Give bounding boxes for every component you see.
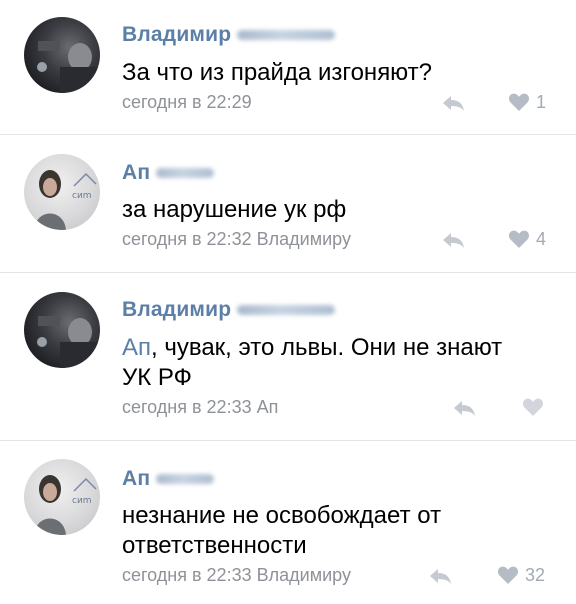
blurred-surname	[237, 30, 336, 40]
heart-icon	[508, 93, 530, 111]
avatar-photo	[37, 316, 100, 368]
like-count: 32	[525, 564, 546, 585]
mention-link[interactable]: Ап	[122, 334, 151, 361]
svg-text:cиm: cиm	[72, 496, 92, 506]
author-name[interactable]: Ап	[122, 467, 150, 491]
comment-item: Владимир За что из прайда изгоняют? сего…	[0, 0, 576, 134]
comment-meta: сегодня в 22:32 Владимиру	[122, 229, 351, 250]
reply-to-name[interactable]: Владимиру	[257, 565, 351, 585]
author-row: Владимир	[122, 22, 336, 48]
avatar[interactable]: cиm	[24, 459, 100, 535]
like-count: 4	[536, 228, 547, 249]
reply-to-name[interactable]: Ап	[257, 397, 279, 417]
comment-time[interactable]: сегодня в 22:33	[122, 397, 252, 417]
comment-text-line1: , чувак, это львы. Они не знают	[151, 334, 503, 361]
avatar[interactable]	[24, 17, 100, 93]
author-row: Владимир	[122, 297, 336, 323]
comment-item: cиm Ап незнание не освобождает от ответст…	[0, 441, 576, 604]
comment-text: за нарушение ук рф	[122, 196, 347, 223]
comment-meta: сегодня в 22:33 Владимиру	[122, 565, 351, 586]
comment-meta: сегодня в 22:29	[122, 92, 252, 113]
reply-arrow-icon[interactable]	[441, 94, 465, 112]
blurred-surname	[156, 168, 215, 178]
avatar[interactable]: cиm	[24, 154, 100, 230]
svg-text:cиm: cиm	[72, 191, 92, 201]
like-button[interactable]: 4	[508, 228, 546, 250]
reply-arrow-icon[interactable]	[428, 567, 452, 585]
avatar-photo: cиm	[34, 170, 97, 230]
reply-arrow-icon[interactable]	[441, 231, 465, 249]
comment-text: незнание не освобождает от ответственност…	[122, 501, 552, 561]
comment-text-line2: ответственности	[122, 532, 307, 559]
comment-item: cиm Ап за нарушение ук рф сегодня в 22:3…	[0, 135, 576, 272]
like-count: 1	[536, 91, 547, 112]
comment-time[interactable]: сегодня в 22:32	[122, 229, 252, 249]
comment-text: Ап, чувак, это львы. Они не знают УК РФ	[122, 333, 552, 393]
comment-text-line1: незнание не освобождает от	[122, 502, 442, 529]
blurred-surname	[237, 305, 336, 315]
blurred-surname	[156, 474, 215, 484]
comment-text-line2: УК РФ	[122, 364, 192, 391]
reply-to-name[interactable]: Владимиру	[257, 229, 351, 249]
like-button[interactable]	[522, 396, 544, 418]
comment-time[interactable]: сегодня в 22:33	[122, 565, 252, 585]
author-row: Ап	[122, 160, 215, 186]
comment-time[interactable]: сегодня в 22:29	[122, 92, 252, 112]
avatar[interactable]	[24, 292, 100, 368]
reply-arrow-icon[interactable]	[452, 399, 476, 417]
author-name[interactable]: Владимир	[122, 23, 231, 47]
author-name[interactable]: Ап	[122, 161, 150, 185]
heart-icon	[497, 566, 519, 584]
comment-meta: сегодня в 22:33 Ап	[122, 397, 278, 418]
comment-text: За что из прайда изгоняют?	[122, 59, 432, 86]
like-button[interactable]: 32	[497, 564, 545, 586]
avatar-photo	[37, 41, 100, 93]
heart-icon	[508, 230, 530, 248]
author-name[interactable]: Владимир	[122, 298, 231, 322]
like-button[interactable]: 1	[508, 91, 546, 113]
heart-icon	[522, 398, 544, 416]
comment-item: Владимир Ап, чувак, это львы. Они не зна…	[0, 273, 576, 440]
avatar-photo: cиm	[34, 475, 97, 535]
author-row: Ап	[122, 466, 215, 492]
